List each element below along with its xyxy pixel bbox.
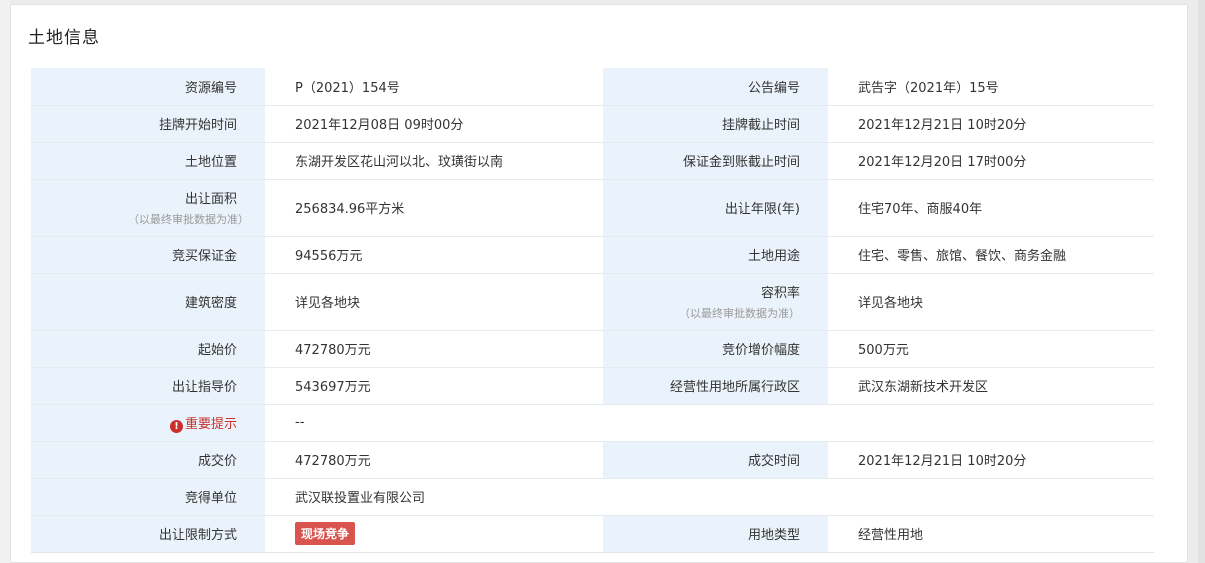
value-listing-end: 2021年12月21日 10时20分 [828, 105, 1154, 143]
label-land-area: 出让面积 （以最终审批数据为准） [43, 179, 265, 237]
value-listing-start: 2021年12月08日 09时00分 [265, 105, 603, 143]
table-row: 竞买保证金 94556万元 土地用途 住宅、零售、旅馆、餐饮、商务金融 [31, 236, 1154, 274]
table-row: ! 重要提示 -- [31, 404, 1154, 442]
label-notice-number: 公告编号 [603, 68, 828, 106]
table-row: 竞得单位 武汉联投置业有限公司 [31, 478, 1154, 516]
label-bid-deposit: 竞买保证金 [43, 236, 265, 274]
label-deposit-deadline: 保证金到账截止时间 [603, 142, 828, 180]
label-listing-start: 挂牌开始时间 [43, 105, 265, 143]
label-starting-price: 起始价 [43, 330, 265, 368]
label-plot-ratio-text: 容积率 [760, 286, 800, 301]
label-lease-term: 出让年限(年) [603, 179, 828, 237]
table-row: 挂牌开始时间 2021年12月08日 09时00分 挂牌截止时间 2021年12… [31, 105, 1154, 143]
label-deal-price: 成交价 [43, 441, 265, 479]
label-land-location: 土地位置 [43, 142, 265, 180]
value-admin-district: 武汉东湖新技术开发区 [828, 367, 1154, 405]
value-deposit-deadline: 2021年12月20日 17时00分 [828, 142, 1154, 180]
value-important-notice: -- [265, 404, 1154, 442]
label-winning-bidder: 竞得单位 [43, 478, 265, 516]
label-deal-time: 成交时间 [603, 441, 828, 479]
value-bid-deposit: 94556万元 [265, 236, 603, 274]
section-title: 土地信息 [28, 28, 100, 48]
table-row: 资源编号 P（2021）154号 公告编号 武告字（2021年）15号 [31, 68, 1154, 106]
value-guide-price: 543697万元 [265, 367, 603, 405]
value-lease-term: 住宅70年、商服40年 [828, 179, 1154, 237]
value-deal-time: 2021年12月21日 10时20分 [828, 441, 1154, 479]
label-bid-increment: 竞价增价幅度 [603, 330, 828, 368]
label-land-area-note: （以最终审批数据为准） [128, 213, 249, 226]
label-admin-district: 经营性用地所属行政区 [603, 367, 828, 405]
label-building-density: 建筑密度 [43, 273, 265, 331]
transfer-method-tag: 现场竞争 [295, 522, 356, 545]
label-land-area-text: 出让面积 [184, 192, 237, 207]
value-notice-number: 武告字（2021年）15号 [828, 68, 1154, 106]
table-row: 建筑密度 详见各地块 容积率 （以最终审批数据为准） 详见各地块 [31, 273, 1154, 331]
value-transfer-method: 现场竞争 [265, 515, 603, 553]
label-guide-price: 出让指导价 [43, 367, 265, 405]
label-resource-number: 资源编号 [43, 68, 265, 106]
important-notice-link[interactable]: 重要提示 [185, 417, 237, 432]
table-row: 起始价 472780万元 竞价增价幅度 500万元 [31, 330, 1154, 368]
label-land-use: 土地用途 [603, 236, 828, 274]
table-row: 土地位置 东湖开发区花山河以北、玟璜街以南 保证金到账截止时间 2021年12月… [31, 142, 1154, 180]
table-row: 出让限制方式 现场竞争 用地类型 经营性用地 [31, 515, 1154, 553]
value-building-density: 详见各地块 [265, 273, 603, 331]
table-row: 出让指导价 543697万元 经营性用地所属行政区 武汉东湖新技术开发区 [31, 367, 1154, 405]
value-starting-price: 472780万元 [265, 330, 603, 368]
label-land-type: 用地类型 [603, 515, 828, 553]
value-winning-bidder: 武汉联投置业有限公司 [265, 478, 1154, 516]
table-row: 出让面积 （以最终审批数据为准） 256834.96平方米 出让年限(年) 住宅… [31, 179, 1154, 237]
exclamation-circle-icon: ! [169, 419, 183, 433]
value-deal-price: 472780万元 [265, 441, 603, 479]
label-transfer-method: 出让限制方式 [43, 515, 265, 553]
table-row: 成交价 472780万元 成交时间 2021年12月21日 10时20分 [31, 441, 1154, 479]
land-info-table: 资源编号 P（2021）154号 公告编号 武告字（2021年）15号 挂牌开始… [31, 68, 1154, 553]
value-land-location: 东湖开发区花山河以北、玟璜街以南 [265, 142, 603, 180]
page-scrollbar[interactable] [1198, 0, 1205, 563]
value-land-area: 256834.96平方米 [265, 179, 603, 237]
land-info-card: 土地信息 资源编号 P（2021）154号 公告编号 武告字（2021年）15号… [10, 4, 1188, 563]
label-listing-end: 挂牌截止时间 [603, 105, 828, 143]
value-land-type: 经营性用地 [828, 515, 1154, 553]
label-plot-ratio: 容积率 （以最终审批数据为准） [603, 273, 828, 331]
left-gutter [0, 0, 10, 563]
value-land-use: 住宅、零售、旅馆、餐饮、商务金融 [828, 236, 1154, 274]
value-bid-increment: 500万元 [828, 330, 1154, 368]
value-resource-number: P（2021）154号 [265, 68, 603, 106]
label-important-notice: ! 重要提示 [43, 404, 265, 442]
value-plot-ratio: 详见各地块 [828, 273, 1154, 331]
label-plot-ratio-note: （以最终审批数据为准） [679, 307, 800, 320]
